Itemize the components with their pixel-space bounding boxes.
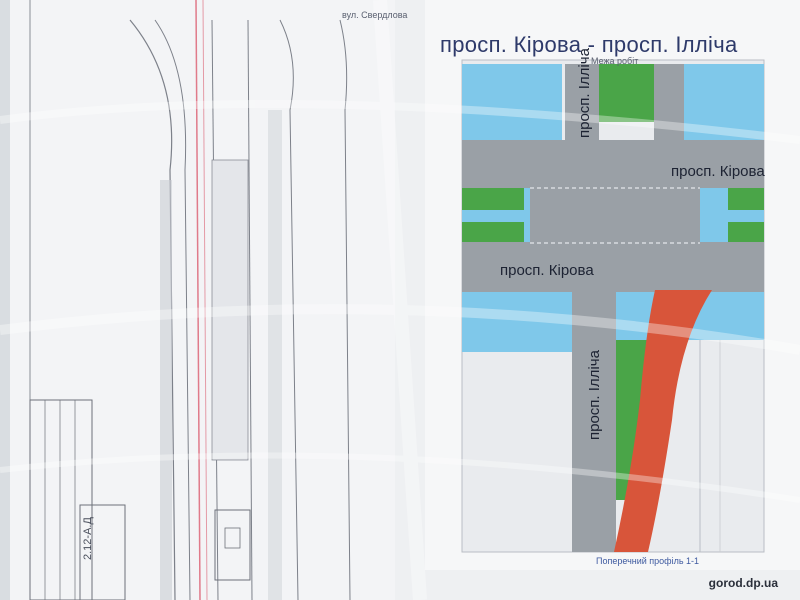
street-label-illicha-bottom: просп. Ілліча bbox=[586, 350, 603, 440]
intersection-plan-poster bbox=[395, 0, 800, 600]
site-watermark: gorod.dp.ua bbox=[708, 576, 778, 590]
street-label-illicha-top: просп. Ілліча bbox=[576, 48, 593, 138]
work-boundary-label: Межа робіт bbox=[591, 56, 639, 66]
drawing-stamp-code: 2.12-А.Д bbox=[82, 517, 94, 560]
poster-title: просп. Кірова - просп. Ілліча bbox=[440, 32, 738, 57]
bottom-caption: Поперечний профіль 1-1 bbox=[596, 556, 700, 566]
photo-scene bbox=[0, 0, 800, 600]
technical-drawing-sheet bbox=[10, 0, 395, 600]
street-label-kirova-right: просп. Кірова bbox=[671, 163, 765, 180]
street-label-kirova-left: просп. Кірова bbox=[500, 262, 594, 279]
drawing-street-label: вул. Свердлова bbox=[342, 10, 408, 20]
